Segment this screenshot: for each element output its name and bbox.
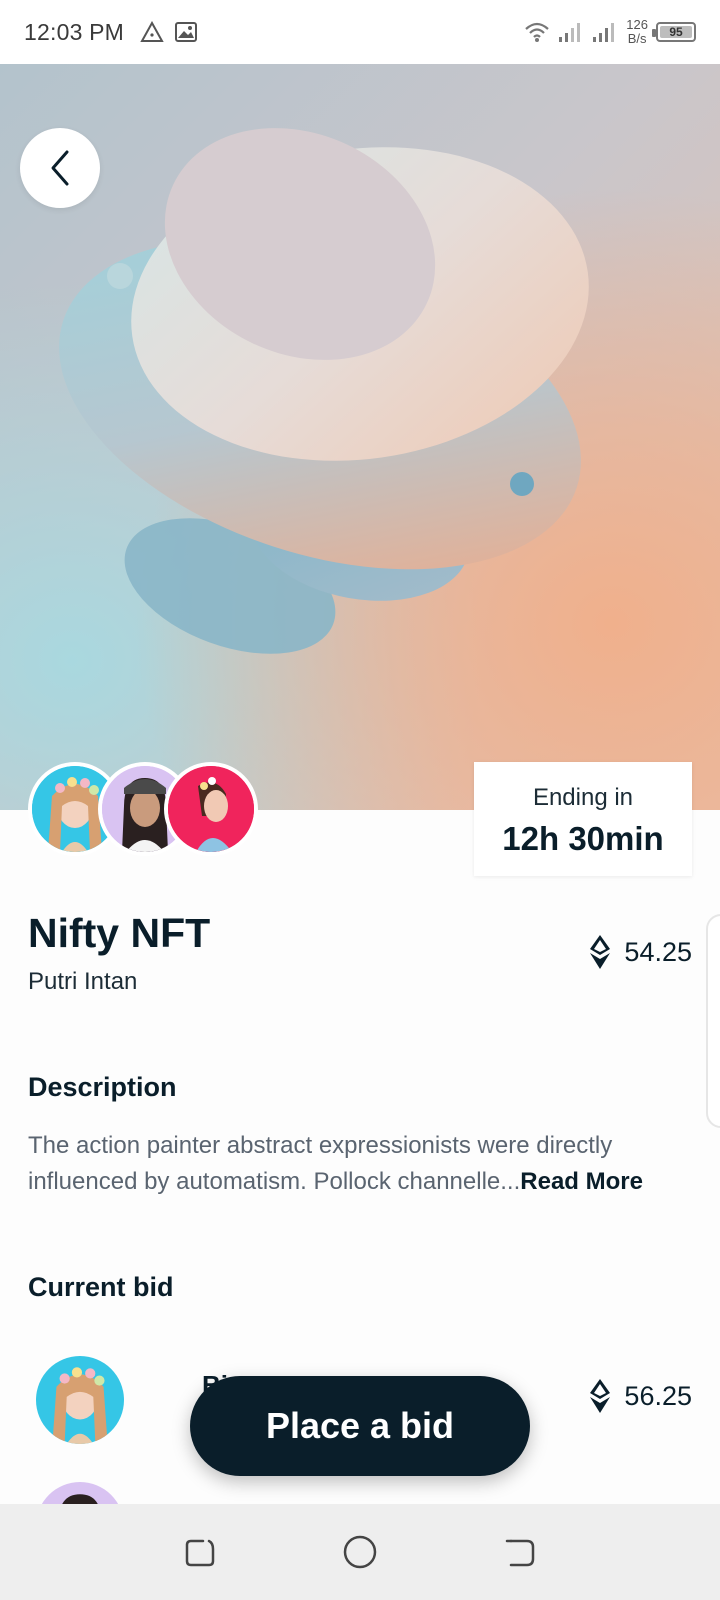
wifi-icon	[525, 22, 550, 42]
recent-apps-button[interactable]	[170, 1522, 230, 1582]
read-more-link[interactable]: Read More	[520, 1168, 643, 1195]
back-nav-button[interactable]	[490, 1522, 550, 1582]
bid-price-value: 56.25	[624, 1380, 692, 1411]
back-icon	[505, 1539, 535, 1567]
avatar[interactable]	[164, 762, 258, 856]
creator-name[interactable]: Putri Intan	[28, 968, 137, 996]
signal-icon	[559, 23, 581, 42]
nft-artwork-image	[0, 64, 720, 810]
network-speed: 126 B/s	[626, 17, 648, 46]
signal-icon-2	[593, 23, 615, 42]
current-bid-heading: Current bid	[28, 1272, 174, 1302]
system-nav-bar	[0, 1504, 720, 1600]
avatar	[36, 1356, 124, 1444]
chevron-left-icon	[51, 150, 69, 186]
ending-time: 12h 30min	[502, 820, 664, 857]
abstract-3d-shape	[59, 128, 589, 654]
recent-apps-icon	[185, 1539, 215, 1567]
ethereum-icon	[590, 935, 611, 969]
home-button[interactable]	[330, 1522, 390, 1582]
bid-price: 56.25	[588, 1378, 692, 1414]
nft-title: Nifty NFT	[28, 910, 211, 956]
description-heading: Description	[28, 1072, 177, 1102]
status-time: 12:03 PM	[24, 18, 125, 45]
nft-price: 54.25	[588, 934, 692, 970]
bidder-avatars	[28, 762, 268, 856]
image-icon	[175, 22, 198, 42]
home-icon	[343, 1535, 377, 1569]
status-bar: 12:03 PM 126 B/s 95	[0, 0, 720, 64]
place-bid-button[interactable]: Place a bid	[190, 1376, 530, 1476]
ethereum-icon	[590, 1379, 611, 1413]
battery-level: 95	[669, 25, 683, 39]
warning-triangle-icon	[140, 21, 164, 42]
back-button[interactable]	[20, 128, 100, 208]
battery-icon: 95	[652, 22, 696, 42]
side-drawer-handle[interactable]	[706, 914, 720, 1128]
auction-timer-card: Ending in 12h 30min	[474, 762, 692, 876]
price-value: 54.25	[624, 936, 692, 967]
description-text: The action painter abstract expressionis…	[28, 1132, 643, 1195]
ending-label: Ending in	[532, 784, 634, 811]
